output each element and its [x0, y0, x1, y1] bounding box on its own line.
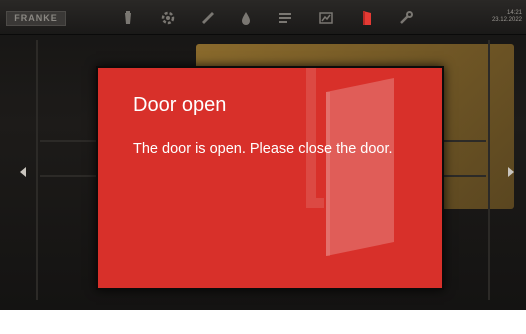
door-open-illustration-icon [326, 78, 394, 256]
door-open-dialog: Door open The door is open. Please close… [96, 66, 444, 290]
clock-time: 14:21 [506, 10, 522, 16]
door-icon[interactable] [357, 8, 377, 28]
background-divider [488, 40, 490, 300]
background-divider [440, 140, 486, 142]
cup-icon[interactable] [118, 8, 138, 28]
background-divider [40, 140, 100, 142]
top-toolbar: FRANKE 14:21 23.12.2022 [0, 0, 526, 35]
machine-screen: FRANKE 14:21 23.12.2022 Door open The do… [0, 0, 526, 310]
background-divider [36, 40, 38, 300]
background-divider [440, 175, 486, 177]
brand-logo: FRANKE [6, 11, 66, 26]
background-divider [40, 175, 100, 177]
dialog-message: The door is open. Please close the door. [133, 141, 393, 157]
wrench-icon[interactable] [396, 8, 416, 28]
clock-date: 23.12.2022 [491, 17, 522, 23]
next-arrow-icon[interactable] [506, 160, 516, 184]
clock: 14:21 23.12.2022 [482, 10, 522, 24]
gear-icon[interactable] [158, 8, 178, 28]
previous-arrow-icon[interactable] [18, 160, 28, 184]
brush-icon[interactable] [198, 8, 218, 28]
list-icon[interactable] [275, 8, 295, 28]
drop-icon[interactable] [236, 8, 256, 28]
chart-icon[interactable] [316, 8, 336, 28]
dialog-title: Door open [133, 94, 227, 116]
